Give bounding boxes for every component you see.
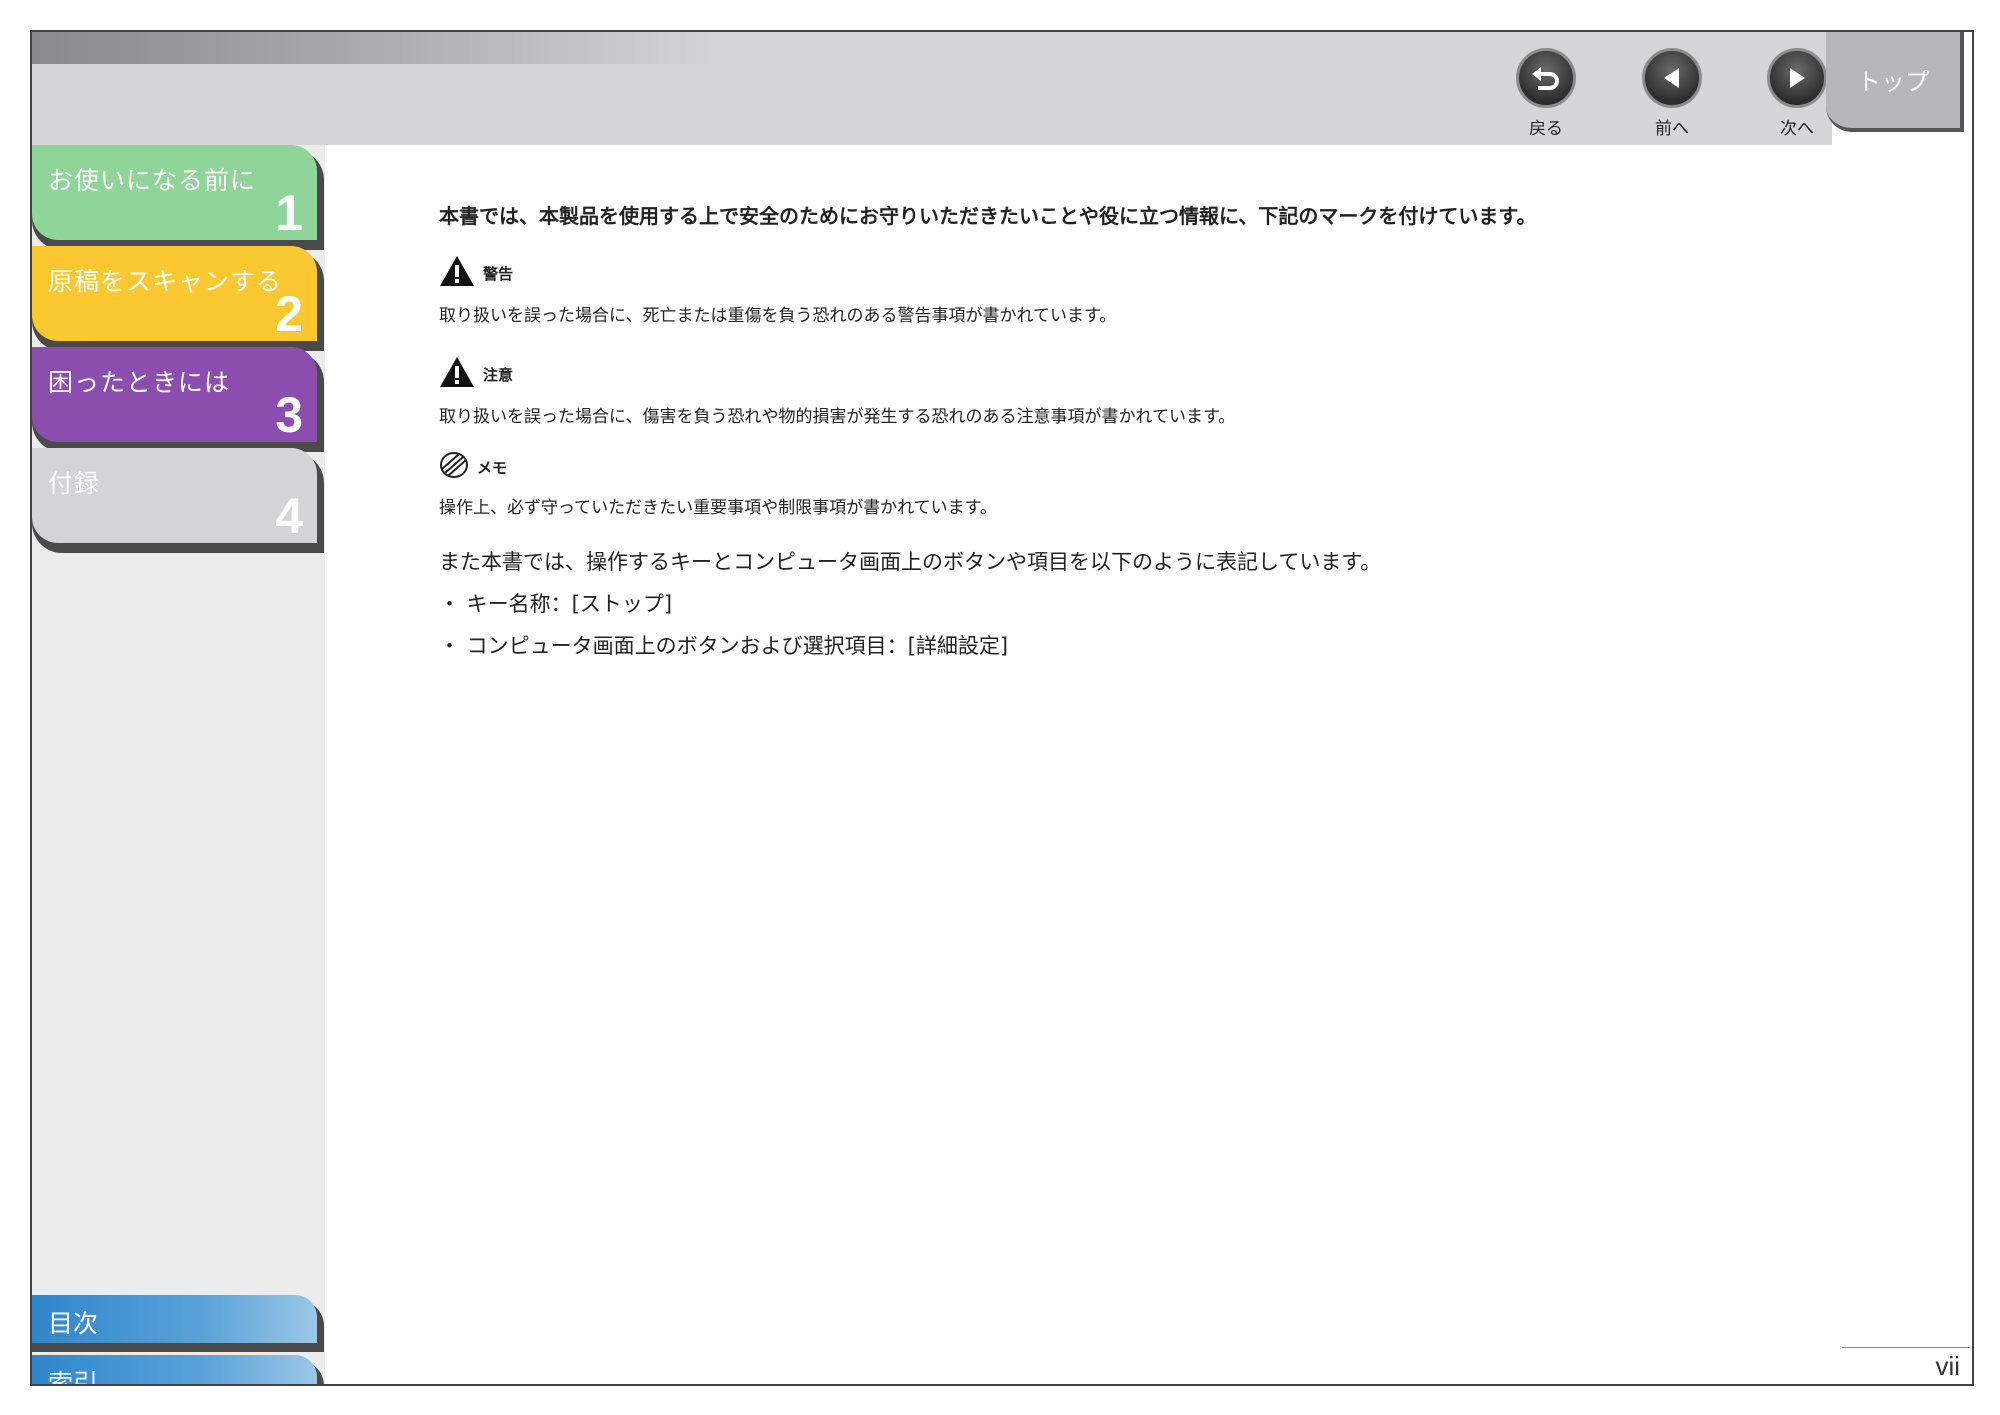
tab-label: 困ったときには [48,368,231,397]
prev-arrow-icon [1642,48,1702,108]
page-number-rule [1842,1347,1970,1348]
link-label: 目次 [48,1309,99,1338]
prev-button[interactable]: 前へ [1622,48,1722,139]
sidebar: お使いになる前に 1 原稿をスキャンする 2 困ったときには 3 付録 4 目次… [32,145,325,1386]
page-frame: 戻る 前へ 次へ トップ お使いになる前に 1 原稿をスキャンする 2 困ったと… [30,30,1974,1386]
intro-text: 本書では、本製品を使用する上で安全のためにお守りいただきたいことや役に立つ情報に… [439,204,1537,228]
sidebar-tab-appendix[interactable]: 付録 4 [32,448,317,544]
warning-block: 警告 取り扱いを誤った場合に、死亡または重傷を負う恐れのある警告事項が書かれてい… [439,255,1839,326]
link-label: 索引 [48,1369,99,1386]
warning-description: 取り扱いを誤った場合に、死亡または重傷を負う恐れのある警告事項が書かれています。 [439,306,1117,326]
back-label: 戻る [1529,119,1563,139]
caution-description: 取り扱いを誤った場合に、傷害を負う恐れや物的損害が発生する恐れのある注意事項が書… [439,407,1236,427]
bullet-item: ・ コンピュータ画面上のボタンおよび選択項目：[詳細設定] [439,634,1009,658]
back-button[interactable]: 戻る [1496,48,1596,139]
main-content: 本書では、本製品を使用する上で安全のためにお守りいただきたいことや役に立つ情報に… [439,200,1839,660]
tab-label: 付録 [48,469,101,498]
tab-number: 1 [275,185,303,241]
warning-icon [439,255,475,291]
caution-title: 注意 [483,365,514,384]
sidebar-tab-troubleshooting[interactable]: 困ったときには 3 [32,347,317,443]
page-number: vii [1935,1351,1960,1381]
tab-label: 原稿をスキャンする [48,267,283,296]
warning-title: 警告 [483,264,514,283]
top-tab-label: トップ [1857,68,1929,96]
memo-block: メモ 操作上、必ず守っていただきたい重要事項や制限事項が書かれています。 [439,451,1839,518]
notation-text: また本書では、操作するキーとコンピュータ画面上のボタンや項目を以下のように表記し… [439,550,1382,574]
tab-label: お使いになる前に [48,166,257,195]
memo-description: 操作上、必ず守っていただきたい重要事項や制限事項が書かれています。 [439,498,997,518]
top-page-tab[interactable]: トップ [1826,32,1964,132]
memo-title: メモ [477,458,508,477]
prev-label: 前へ [1655,119,1689,139]
tab-number: 2 [275,286,303,342]
sidebar-tab-before-use[interactable]: お使いになる前に 1 [32,145,317,241]
caution-block: 注意 取り扱いを誤った場合に、傷害を負う恐れや物的損害が発生する恐れのある注意事… [439,356,1839,427]
caution-icon [439,356,475,392]
sidebar-link-contents[interactable]: 目次 [32,1295,317,1343]
back-icon [1516,48,1576,108]
tab-number: 4 [275,488,303,544]
top-toolbar: 戻る 前へ 次へ [32,32,1832,145]
bullet-item: ・ キー名称：[ストップ] [439,592,673,616]
sidebar-tab-scan[interactable]: 原稿をスキャンする 2 [32,246,317,342]
sidebar-link-index[interactable]: 索引 [32,1355,317,1386]
memo-icon [439,451,469,483]
toolbar-gradient [32,32,732,64]
next-arrow-icon [1767,48,1827,108]
tab-number: 3 [275,387,303,443]
